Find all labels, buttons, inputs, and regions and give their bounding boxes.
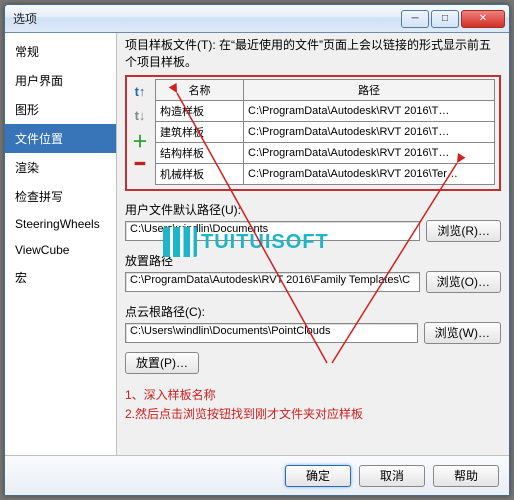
table-row[interactable]: 构造样板 C:\ProgramData\Autodesk\RVT 2016\T… [156,100,495,121]
templates-toolbar: t↑ t↓ ＋ ━ [131,83,151,179]
annotation-line-1: 1、深入样板名称 [125,386,501,405]
cancel-button[interactable]: 取消 [359,465,425,487]
titlebar[interactable]: 选项 ─ □ ✕ [5,5,509,33]
add-row-button[interactable]: ＋ [131,131,149,149]
ok-button[interactable]: 确定 [285,465,351,487]
family-template-path-group: 放置路径 C:\ProgramData\Autodesk\RVT 2016\Fa… [125,252,501,293]
templates-table[interactable]: 名称 路径 构造样板 C:\ProgramData\Autodesk\RVT 2… [155,79,495,185]
col-header-name[interactable]: 名称 [156,79,244,100]
options-dialog: 选项 ─ □ ✕ 常规 用户界面 图形 文件位置 渲染 检查拼写 Steerin… [4,4,510,496]
dialog-footer: 确定 取消 帮助 [5,455,509,495]
cell-path[interactable]: C:\ProgramData\Autodesk\RVT 2016\Ter… [244,163,495,184]
sidebar-item-ui[interactable]: 用户界面 [5,66,116,95]
move-up-button[interactable]: t↑ [131,83,149,101]
cell-name[interactable]: 机械样板 [156,163,244,184]
cell-path[interactable]: C:\ProgramData\Autodesk\RVT 2016\T… [244,142,495,163]
remove-row-button[interactable]: ━ [131,155,149,173]
window-title: 选项 [13,10,399,27]
annotation-text: 1、深入样板名称 2.然后点击浏览按钮找到刚才文件夹对应样板 [125,386,501,424]
col-header-path[interactable]: 路径 [244,79,495,100]
family-template-path-input[interactable]: C:\ProgramData\Autodesk\RVT 2016\Family … [125,272,420,292]
user-files-path-label: 用户文件默认路径(U): [125,201,501,218]
close-button[interactable]: ✕ [461,10,505,28]
minimize-button[interactable]: ─ [401,10,429,28]
family-template-path-label: 放置路径 [125,252,501,269]
help-button[interactable]: 帮助 [433,465,499,487]
sidebar-item-general[interactable]: 常规 [5,37,116,66]
sidebar-item-render[interactable]: 渲染 [5,153,116,182]
places-button[interactable]: 放置(P)… [125,352,199,374]
sidebar-item-spellcheck[interactable]: 检查拼写 [5,182,116,211]
pointcloud-browse-button[interactable]: 浏览(W)… [424,322,501,344]
cell-path[interactable]: C:\ProgramData\Autodesk\RVT 2016\T… [244,100,495,121]
table-row[interactable]: 建筑样板 C:\ProgramData\Autodesk\RVT 2016\T… [156,121,495,142]
family-template-browse-button[interactable]: 浏览(O)… [426,271,501,293]
templates-section: t↑ t↓ ＋ ━ 名称 路径 构造样板 C:\ProgramData\Auto… [125,75,501,191]
cell-name[interactable]: 建筑样板 [156,121,244,142]
sidebar-item-graphics[interactable]: 图形 [5,95,116,124]
cell-name[interactable]: 构造样板 [156,100,244,121]
sidebar-item-viewcube[interactable]: ViewCube [5,237,116,263]
main-panel: 项目样板文件(T): 在“最近使用的文件”页面上会以链接的形式显示前五个项目样板… [117,33,509,455]
sidebar-item-file-locations[interactable]: 文件位置 [5,124,116,153]
pointcloud-path-group: 点云根路径(C): C:\Users\windlin\Documents\Poi… [125,303,501,344]
cell-path[interactable]: C:\ProgramData\Autodesk\RVT 2016\T… [244,121,495,142]
sidebar: 常规 用户界面 图形 文件位置 渲染 检查拼写 SteeringWheels V… [5,33,117,455]
user-files-browse-button[interactable]: 浏览(R)… [426,220,501,242]
pointcloud-path-label: 点云根路径(C): [125,303,501,320]
user-files-path-group: 用户文件默认路径(U): C:\Users\windlin\Documents … [125,201,501,242]
maximize-button[interactable]: □ [431,10,459,28]
annotation-line-2: 2.然后点击浏览按钮找到刚才文件夹对应样板 [125,405,501,424]
user-files-path-input[interactable]: C:\Users\windlin\Documents [125,221,420,241]
sidebar-item-macros[interactable]: 宏 [5,263,116,292]
pointcloud-path-input[interactable]: C:\Users\windlin\Documents\PointClouds [125,323,418,343]
sidebar-item-steeringwheels[interactable]: SteeringWheels [5,211,116,237]
table-row[interactable]: 结构样板 C:\ProgramData\Autodesk\RVT 2016\T… [156,142,495,163]
cell-name[interactable]: 结构样板 [156,142,244,163]
move-down-button[interactable]: t↓ [131,107,149,125]
table-row[interactable]: 机械样板 C:\ProgramData\Autodesk\RVT 2016\Te… [156,163,495,184]
client-area: 常规 用户界面 图形 文件位置 渲染 检查拼写 SteeringWheels V… [5,33,509,455]
templates-description: 项目样板文件(T): 在“最近使用的文件”页面上会以链接的形式显示前五个项目样板… [125,37,501,71]
